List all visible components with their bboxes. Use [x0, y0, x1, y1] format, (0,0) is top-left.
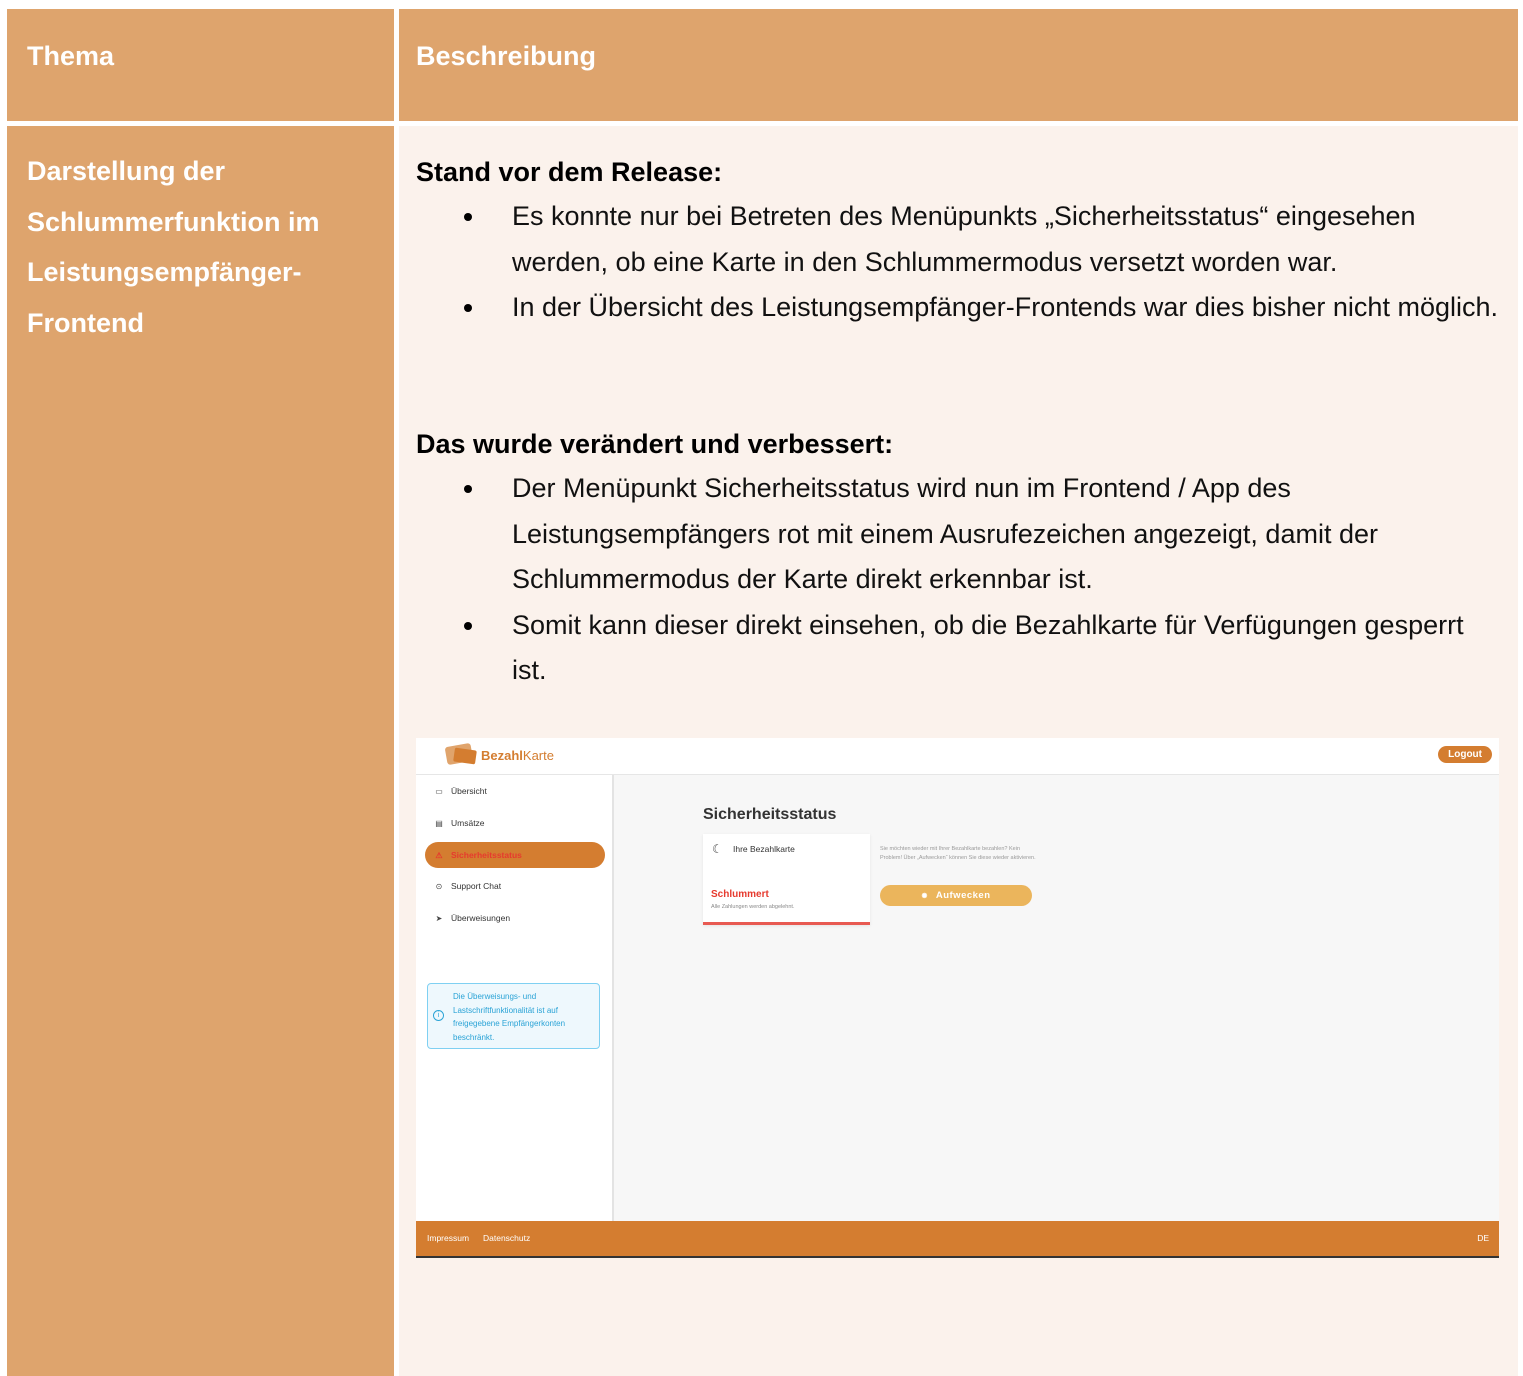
header-cell-topic: Thema	[7, 9, 394, 121]
sun-icon: ✺	[921, 893, 928, 900]
info-icon: i	[433, 1010, 444, 1021]
topic-text: Darstellung der Schlummerfunktion im Lei…	[27, 156, 320, 338]
warning-icon: ⚠	[435, 850, 443, 860]
receipt-icon: ▤	[435, 818, 443, 828]
list-item: Somit kann dieser direkt einsehen, ob di…	[464, 603, 1502, 694]
logo-card-back-icon	[453, 747, 477, 765]
app-logo: BezahlKarte	[481, 748, 554, 763]
card-icon: ▭	[435, 786, 443, 796]
app-topbar: BezahlKarte Logout	[416, 738, 1499, 775]
app-footer: Impressum Datenschutz DE	[416, 1221, 1499, 1256]
before-title: Stand vor dem Release:	[416, 157, 723, 187]
moon-icon: ☾	[712, 842, 723, 856]
wake-hint: Sie möchten wieder mit Ihrer Bezahlkarte…	[880, 846, 1036, 861]
list-item: Es konnte nur bei Betreten des Menüpunkt…	[464, 194, 1502, 285]
after-title: Das wurde verändert und verbessert:	[416, 429, 894, 459]
sidebar-item-sicherheitsstatus[interactable]: ⚠ Sicherheitsstatus	[425, 842, 605, 868]
logout-button[interactable]: Logout	[1438, 746, 1492, 763]
footer-link-impressum[interactable]: Impressum	[427, 1233, 469, 1243]
app-main: Sicherheitsstatus ☾ Ihre Bezahlkarte Sch…	[614, 775, 1499, 1221]
sidebar-item-umsaetze[interactable]: ▤ Umsätze	[425, 810, 605, 836]
send-icon: ➤	[435, 913, 443, 923]
help-icon: ⊙	[435, 881, 443, 891]
sidebar-item-support-chat[interactable]: ⊙ Support Chat	[425, 873, 605, 899]
card-status: Schlummert	[711, 889, 769, 900]
card-status-sub: Alle Zahlungen werden abgelehnt.	[711, 904, 795, 910]
list-item: Der Menüpunkt Sicherheitsstatus wird nun…	[464, 466, 1502, 603]
header-cell-description: Beschreibung	[399, 9, 1518, 121]
after-list: Der Menüpunkt Sicherheitsstatus wird nun…	[464, 466, 1502, 694]
language-selector[interactable]: DE	[1477, 1233, 1489, 1243]
bottom-divider	[416, 1256, 1499, 1258]
sidebar-item-ueberweisungen[interactable]: ➤ Überweisungen	[425, 905, 605, 931]
page-title: Sicherheitsstatus	[703, 806, 837, 823]
sidebar-item-uebersicht[interactable]: ▭ Übersicht	[425, 778, 605, 804]
footer-link-datenschutz[interactable]: Datenschutz	[483, 1233, 530, 1243]
topic-cell: Darstellung der Schlummerfunktion im Lei…	[7, 126, 394, 1376]
app-sidebar: ▭ Übersicht ▤ Umsätze ⚠ Sicherheitsstatus ⊙…	[416, 775, 614, 1221]
header-description-label: Beschreibung	[416, 41, 597, 71]
card-label: Ihre Bezahlkarte	[733, 844, 795, 854]
app-screenshot: BezahlKarte Logout ▭ Übersicht ▤ Umsätze ⚠…	[416, 738, 1499, 1258]
info-box: i Die Überweisungs- und Lastschriftfunkt…	[427, 983, 600, 1049]
before-list: Es konnte nur bei Betreten des Menüpunkt…	[464, 194, 1502, 331]
header-topic-label: Thema	[27, 41, 115, 71]
card-status-panel: ☾ Ihre Bezahlkarte Schlummert Alle Zahlu…	[703, 834, 870, 925]
info-text: Die Überweisungs- und Lastschriftfunktio…	[453, 992, 566, 1042]
list-item: In der Übersicht des Leistungsempfänger-…	[464, 285, 1502, 331]
wake-button[interactable]: ✺ Aufwecken	[880, 885, 1032, 906]
